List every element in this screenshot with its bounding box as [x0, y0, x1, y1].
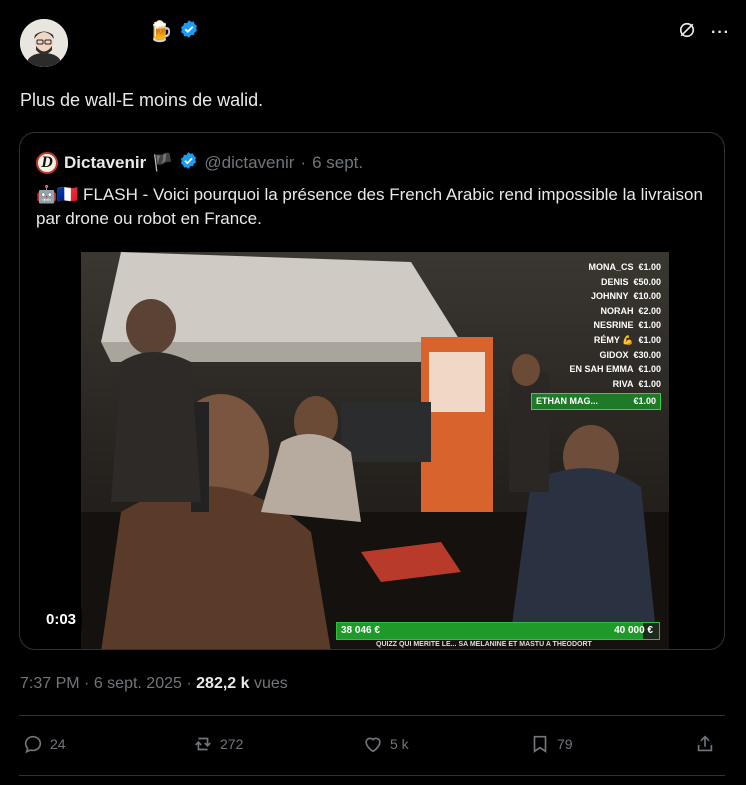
share-button[interactable]: [694, 733, 716, 755]
like-button[interactable]: 5 k: [362, 733, 409, 755]
divider-bottom: [19, 775, 725, 776]
donor-amount: €50.00: [633, 276, 661, 287]
donor-name: RIVA: [612, 378, 634, 389]
quoted-tweet[interactable]: D Dictavenir 🏴 @dictavenir · 6 sept. 🤖🇫🇷…: [19, 132, 725, 650]
tweet-time[interactable]: 7:37 PM: [20, 675, 80, 692]
dictavenir-logo[interactable]: D: [36, 152, 58, 174]
video-player[interactable]: MONA_CS €1.00 DENIS €50.00 JOHNNY €10.00 NORAH…: [81, 252, 669, 649]
donor-name: EN SAH EMMA: [569, 364, 634, 375]
quoted-author-handle[interactable]: @dictavenir: [204, 153, 294, 173]
donor-name: NORAH: [600, 305, 634, 316]
verified-check-icon: [179, 151, 198, 175]
bookmark-button[interactable]: 79: [529, 733, 573, 755]
donation-row: GIDOX €30.00: [531, 348, 661, 363]
donor-amount: €1.00: [638, 334, 661, 345]
tweet-meta: 7:37 PM · 6 sept. 2025 · 282,2 k vues: [20, 675, 288, 693]
donor-name: DENIS: [600, 276, 629, 287]
tweet-date[interactable]: 6 sept. 2025: [94, 675, 182, 692]
header-actions: ···: [677, 20, 730, 45]
divider-top: [19, 715, 725, 716]
separator-dot: ·: [84, 675, 94, 692]
beer-emoji: 🍺: [148, 21, 173, 43]
donation-row: DENIS €50.00: [531, 275, 661, 290]
separator-dot: ·: [186, 675, 197, 692]
donation-row: RIVA €1.00: [531, 377, 661, 392]
donor-amount: €10.00: [633, 291, 661, 302]
donation-progress-bar: 38 046 € 40 000 €: [336, 622, 660, 640]
donation-row: MONA_CS €1.00: [531, 260, 661, 275]
donor-name: NESRINE: [593, 320, 634, 331]
more-icon[interactable]: ···: [711, 24, 730, 42]
flag-emoji: 🏴: [152, 153, 174, 172]
views-count: 282,2 k: [196, 675, 250, 692]
avatar-illustration: [20, 19, 68, 67]
verified-check-icon: [179, 19, 199, 44]
action-bar: 24 272 5 k 79: [22, 733, 722, 761]
quoted-tweet-text: 🤖🇫🇷 FLASH - Voici pourquoi la présence d…: [36, 185, 703, 228]
grok-icon[interactable]: [677, 20, 697, 45]
tweet-text: Plus de wall-E moins de walid.: [20, 90, 264, 110]
donation-row: EN SAH EMMA €1.00: [531, 362, 661, 377]
quoted-author-name[interactable]: Dictavenir: [64, 153, 146, 173]
repost-icon: [195, 737, 211, 751]
bookmark-icon: [533, 735, 547, 753]
like-count: 5 k: [390, 736, 409, 752]
donation-progress-fill: [337, 623, 643, 639]
donor-name: MONA_CS: [588, 262, 634, 272]
donor-name: GIDOX: [599, 349, 629, 360]
donor-name: ETHAN MAG...: [536, 396, 598, 407]
video-duration-badge: 0:03: [40, 608, 83, 631]
donor-amount: €1.00: [633, 396, 656, 407]
donor-amount: €1.00: [638, 364, 661, 375]
donor-amount: €2.00: [638, 305, 661, 316]
avatar[interactable]: [20, 19, 68, 67]
progress-current: 38 046 €: [341, 625, 380, 636]
donor-amount: €1.00: [638, 378, 661, 389]
donation-row: JOHNNY €10.00: [531, 289, 661, 304]
ticker-text: QUIZZ QUI MERITE LE... SA MELANINE ET MA…: [376, 641, 592, 648]
reply-icon: [24, 735, 42, 754]
quoted-tweet-header: D Dictavenir 🏴 @dictavenir · 6 sept.: [36, 151, 363, 175]
donor-name: RÉMY 💪: [593, 334, 634, 345]
donation-row: NORAH €2.00: [531, 304, 661, 319]
separator-dot: ·: [300, 153, 307, 172]
repost-count: 272: [220, 736, 244, 752]
bookmark-count: 79: [557, 736, 573, 752]
quoted-tweet-date[interactable]: 6 sept.: [312, 153, 363, 173]
progress-goal: 40 000 €: [614, 625, 653, 636]
donor-amount: €1.00: [638, 262, 661, 272]
donation-list: MONA_CS €1.00 DENIS €50.00 JOHNNY €10.00 NORAH…: [531, 260, 661, 410]
donation-row: RÉMY 💪 €1.00: [531, 333, 661, 348]
reply-button[interactable]: 24: [22, 733, 66, 755]
reply-count: 24: [50, 736, 66, 752]
donor-amount: €30.00: [633, 349, 661, 360]
donor-amount: €1.00: [638, 320, 661, 331]
repost-button[interactable]: 272: [192, 733, 243, 755]
heart-icon: [365, 737, 381, 753]
donation-row: ETHAN MAG... €1.00: [531, 393, 661, 410]
share-icon: [697, 735, 713, 752]
donation-row: NESRINE €1.00: [531, 318, 661, 333]
views-label: vues: [253, 675, 288, 692]
donor-name: JOHNNY: [590, 291, 629, 302]
